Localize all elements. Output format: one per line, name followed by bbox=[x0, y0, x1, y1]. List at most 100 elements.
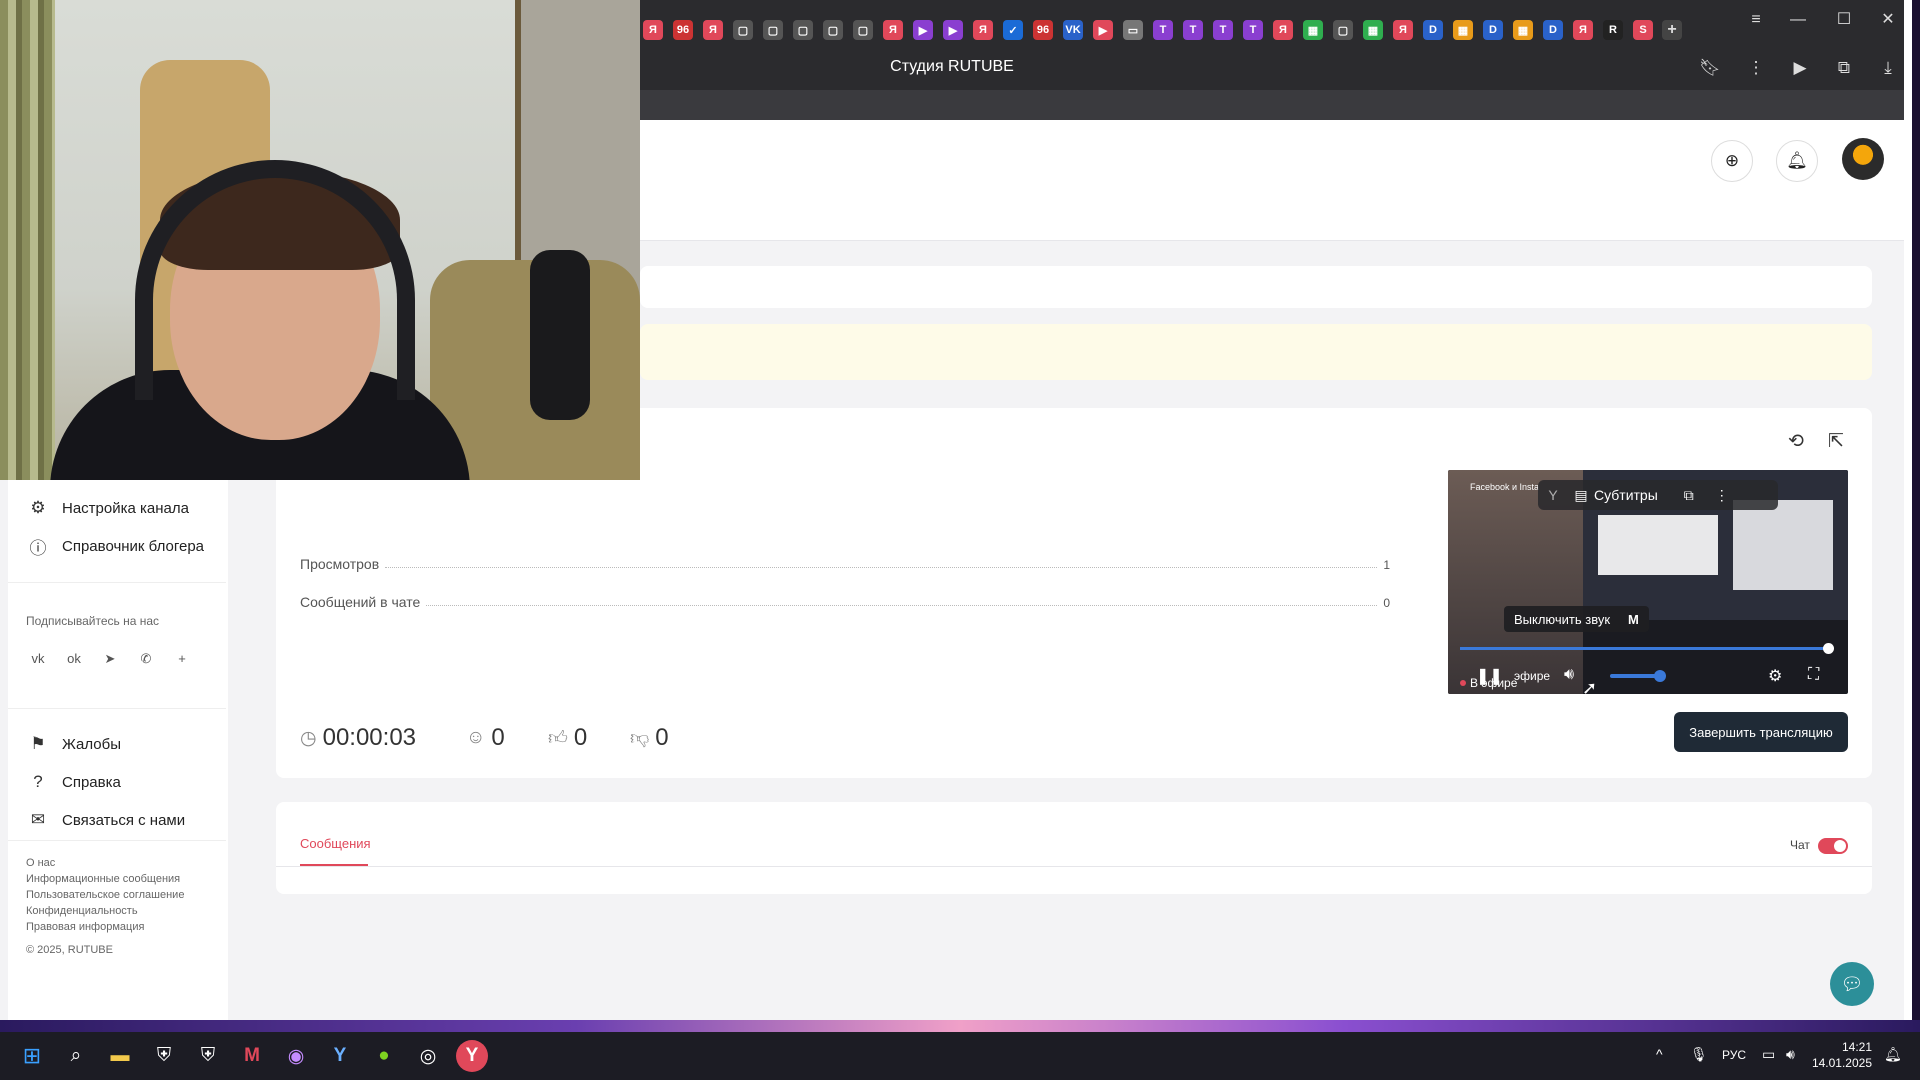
ok-icon[interactable]: ok bbox=[60, 645, 88, 673]
add-video-icon[interactable]: ⊕ bbox=[1711, 140, 1753, 182]
browser-menu-icon[interactable]: ≡ bbox=[1744, 8, 1768, 32]
progress-thumb[interactable] bbox=[1823, 643, 1835, 654]
minimize-button[interactable]: — bbox=[1786, 8, 1810, 32]
subtitles-label[interactable]: Субтитры bbox=[1594, 487, 1658, 503]
new-tab-button[interactable]: + bbox=[1662, 20, 1682, 40]
tab-favicon[interactable]: ▢ bbox=[733, 20, 753, 40]
clock-date[interactable]: 14.01.2025 bbox=[1810, 1056, 1872, 1070]
tab-favicon[interactable]: R bbox=[1603, 20, 1623, 40]
tab-favicon[interactable]: Я bbox=[703, 20, 723, 40]
tab-favicon[interactable]: T bbox=[1243, 20, 1263, 40]
tab-favicon[interactable]: ▦ bbox=[1453, 20, 1473, 40]
download-icon[interactable]: ⤓ bbox=[1876, 56, 1900, 80]
telegram-icon[interactable]: ➤ bbox=[96, 645, 124, 673]
viber-icon[interactable]: ✆ bbox=[132, 645, 160, 673]
support-chat-button[interactable]: 💬︎ bbox=[1830, 962, 1874, 1006]
tab-favicon[interactable]: Я bbox=[973, 20, 993, 40]
gamepad-icon[interactable]: ◉ bbox=[280, 1040, 312, 1072]
fullscreen-icon[interactable]: ⛶ bbox=[1808, 666, 1819, 684]
footer-link[interactable]: О нас bbox=[26, 857, 55, 873]
tab-favicon[interactable]: VK bbox=[1063, 20, 1083, 40]
tab-favicon[interactable]: ▦ bbox=[1363, 20, 1383, 40]
tab-favicon[interactable]: ▢ bbox=[853, 20, 873, 40]
tab-favicon[interactable]: ▶ bbox=[1093, 20, 1113, 40]
start-icon[interactable]: ⊞ bbox=[16, 1040, 48, 1072]
volume-tray-icon[interactable]: 🔊︎ bbox=[1786, 1046, 1795, 1063]
tab-favicon[interactable]: ▢ bbox=[823, 20, 843, 40]
clock-time[interactable]: 14:21 bbox=[1816, 1040, 1872, 1054]
torrent-icon[interactable]: ● bbox=[368, 1040, 400, 1072]
volume-icon[interactable]: 🔊︎ bbox=[1564, 666, 1574, 684]
pip-icon[interactable]: ⧉ bbox=[1676, 487, 1702, 504]
tab-favicon[interactable]: Я bbox=[883, 20, 903, 40]
tab-favicon[interactable]: D bbox=[1423, 20, 1443, 40]
tab-favicon[interactable]: D bbox=[1543, 20, 1563, 40]
tab-favicon[interactable]: T bbox=[1213, 20, 1233, 40]
external-link-icon[interactable]: ⇱ bbox=[1822, 428, 1850, 456]
collections-icon[interactable]: ⧉ bbox=[1832, 56, 1856, 80]
tab-favicon[interactable]: ▶ bbox=[913, 20, 933, 40]
settings-icon[interactable]: ⚙ bbox=[1768, 666, 1782, 686]
tab-favicon[interactable]: ▢ bbox=[763, 20, 783, 40]
vk-icon[interactable]: vk bbox=[24, 645, 52, 673]
notifications-icon[interactable]: 🔔︎ bbox=[1776, 140, 1818, 182]
close-button[interactable]: ✕ bbox=[1876, 8, 1900, 32]
tray-expand-icon[interactable]: ^ bbox=[1656, 1046, 1663, 1062]
share-icon[interactable]: ⟲ bbox=[1782, 428, 1810, 456]
tab-favicon[interactable]: D bbox=[1483, 20, 1503, 40]
sidebar-item[interactable]: ⓘ Справочник блогера bbox=[28, 534, 218, 558]
yandex-browser-icon[interactable]: Y bbox=[456, 1040, 488, 1072]
subtitles-icon[interactable]: ▤ bbox=[1568, 487, 1594, 504]
microphone-icon[interactable]: 🎙︎ bbox=[1690, 1046, 1708, 1063]
tab-favicon[interactable]: 96 bbox=[1033, 20, 1053, 40]
app-m-icon[interactable]: M bbox=[236, 1040, 268, 1072]
player-menu-icon[interactable]: ⋮ bbox=[1712, 487, 1732, 504]
media-icon[interactable]: ▶ bbox=[1788, 56, 1812, 80]
more-icon[interactable]: ⋮ bbox=[1744, 56, 1768, 80]
search-icon[interactable]: ⌕ bbox=[60, 1040, 92, 1072]
finish-stream-button[interactable]: Завершить трансляцию bbox=[1674, 712, 1848, 752]
language-indicator[interactable]: РУС bbox=[1722, 1048, 1746, 1062]
footer-link[interactable]: Пользовательское соглашение bbox=[26, 889, 184, 905]
volume-slider[interactable] bbox=[1610, 674, 1660, 678]
notification-center-icon[interactable]: 🔔︎ bbox=[1884, 1046, 1902, 1063]
tab-favicon[interactable]: ▢ bbox=[793, 20, 813, 40]
app-shield-icon[interactable]: ⛨ bbox=[148, 1040, 180, 1072]
volume-thumb[interactable] bbox=[1653, 670, 1666, 682]
progress-bar[interactable] bbox=[1460, 647, 1829, 650]
sidebar-item[interactable]: ⚙ Настройка канала bbox=[28, 496, 218, 520]
bookmark-icon[interactable]: 🔖︎ bbox=[1698, 56, 1722, 80]
tab-favicon[interactable]: T bbox=[1153, 20, 1173, 40]
tab-favicon[interactable]: Я bbox=[1393, 20, 1413, 40]
network-icon[interactable]: ▭ bbox=[1762, 1046, 1775, 1063]
sidebar-item[interactable]: ⚑ Жалобы bbox=[28, 732, 218, 756]
tab-favicon[interactable]: 96 bbox=[673, 20, 693, 40]
sidebar-item[interactable]: ✉ Связаться с нами bbox=[28, 808, 218, 832]
tab-favicon[interactable]: ▭ bbox=[1123, 20, 1143, 40]
tab-favicon[interactable]: Я bbox=[643, 20, 663, 40]
footer-link[interactable]: Информационные сообщения bbox=[26, 873, 180, 889]
more-icon[interactable]: + bbox=[168, 645, 196, 673]
tab-favicon[interactable]: ✓ bbox=[1003, 20, 1023, 40]
maximize-button[interactable]: ☐ bbox=[1832, 8, 1856, 32]
tab-favicon[interactable]: ▦ bbox=[1303, 20, 1323, 40]
stream-preview-player[interactable]: Facebook и Insta Y ▤ Субтитры ⧉ ⋮ Выключ… bbox=[1448, 470, 1848, 694]
avatar[interactable] bbox=[1842, 138, 1884, 180]
tab-messages[interactable]: Сообщения bbox=[300, 836, 371, 851]
yandex-icon[interactable]: Y bbox=[1538, 487, 1568, 503]
tab-favicon[interactable]: ▢ bbox=[1333, 20, 1353, 40]
tab-favicon[interactable]: S bbox=[1633, 20, 1653, 40]
obs-icon[interactable]: ◎ bbox=[412, 1040, 444, 1072]
footer-link[interactable]: Конфиденциальность bbox=[26, 905, 138, 921]
file-explorer-icon[interactable]: ▬ bbox=[104, 1040, 136, 1072]
chat-toggle-knob[interactable] bbox=[1834, 840, 1846, 852]
tab-favicon[interactable]: Я bbox=[1573, 20, 1593, 40]
sidebar-item[interactable]: ? Справка bbox=[28, 770, 218, 794]
footer-link[interactable]: Правовая информация bbox=[26, 921, 144, 937]
tab-favicon[interactable]: T bbox=[1183, 20, 1203, 40]
tab-favicon[interactable]: ▦ bbox=[1513, 20, 1533, 40]
app-vpn-icon[interactable]: ⛨ bbox=[192, 1040, 224, 1072]
tab-favicon[interactable]: Я bbox=[1273, 20, 1293, 40]
yandex-app-icon[interactable]: Y bbox=[324, 1040, 356, 1072]
tab-favicon[interactable]: ▶ bbox=[943, 20, 963, 40]
